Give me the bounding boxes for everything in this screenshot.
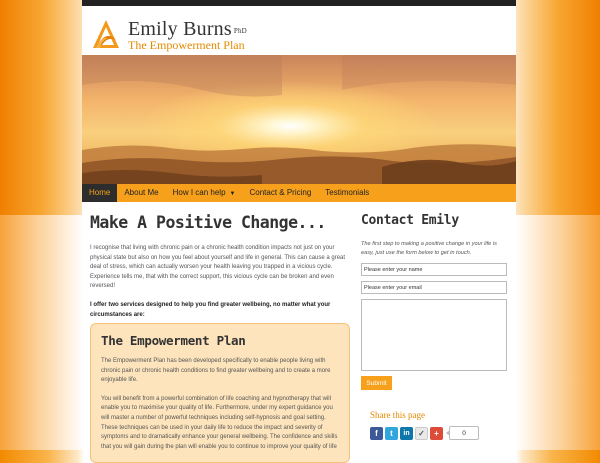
- twitter-icon[interactable]: t: [385, 426, 398, 440]
- intro-paragraph: I recognise that living with chronic pai…: [90, 245, 346, 290]
- main-content: Make A Positive Change... I recognise th…: [90, 213, 352, 463]
- main-nav: Home About Me How I can help ▼ Contact & …: [82, 184, 516, 202]
- linkedin-icon[interactable]: in: [400, 426, 413, 440]
- hero-banner-image: [82, 55, 516, 184]
- message-textarea[interactable]: [361, 299, 507, 371]
- caret-down-icon: ▼: [229, 191, 236, 197]
- nav-home[interactable]: Home: [82, 184, 118, 202]
- share-toolbar: f t in ✓ + 0: [370, 426, 479, 440]
- nav-how-i-can-help-label: How I can help: [172, 188, 226, 197]
- plan-paragraph-2: You will benefit from a powerful combina…: [101, 395, 338, 450]
- google-plus-icon[interactable]: +: [430, 426, 443, 440]
- nav-about-me[interactable]: About Me: [117, 184, 165, 202]
- nav-how-i-can-help[interactable]: How I can help ▼: [166, 184, 243, 202]
- contact-sidebar: Contact Emily The first step to making a…: [361, 213, 508, 440]
- nav-testimonials[interactable]: Testimonials: [318, 184, 376, 202]
- facebook-icon[interactable]: f: [370, 426, 383, 440]
- page-title: Make A Positive Change...: [90, 213, 326, 232]
- site-header: Emily Burns PhD The Empowerment Plan: [82, 6, 516, 55]
- site-title-suffix: PhD: [233, 27, 247, 35]
- empowerment-plan-panel: The Empowerment Plan The Empowerment Pla…: [90, 323, 350, 463]
- site-title-text: Emily Burns: [128, 18, 232, 40]
- nav-contact-pricing[interactable]: Contact & Pricing: [242, 184, 318, 202]
- more-icon[interactable]: ✓: [415, 426, 428, 440]
- share-count: 0: [446, 426, 479, 440]
- contact-title: Contact Emily: [361, 213, 459, 228]
- services-paragraph: I offer two services designed to help yo…: [90, 301, 331, 318]
- name-input[interactable]: [361, 263, 507, 276]
- logo-icon[interactable]: [92, 18, 120, 50]
- contact-intro: The first step to making a positive chan…: [361, 241, 497, 256]
- share-title: Share this page: [370, 410, 425, 420]
- email-input[interactable]: [361, 281, 507, 294]
- plan-title: The Empowerment Plan: [101, 333, 246, 348]
- site-tagline: The Empowerment Plan: [128, 38, 245, 52]
- submit-button[interactable]: Submit: [361, 376, 392, 390]
- plan-paragraph-1: The Empowerment Plan has been developed …: [101, 358, 331, 384]
